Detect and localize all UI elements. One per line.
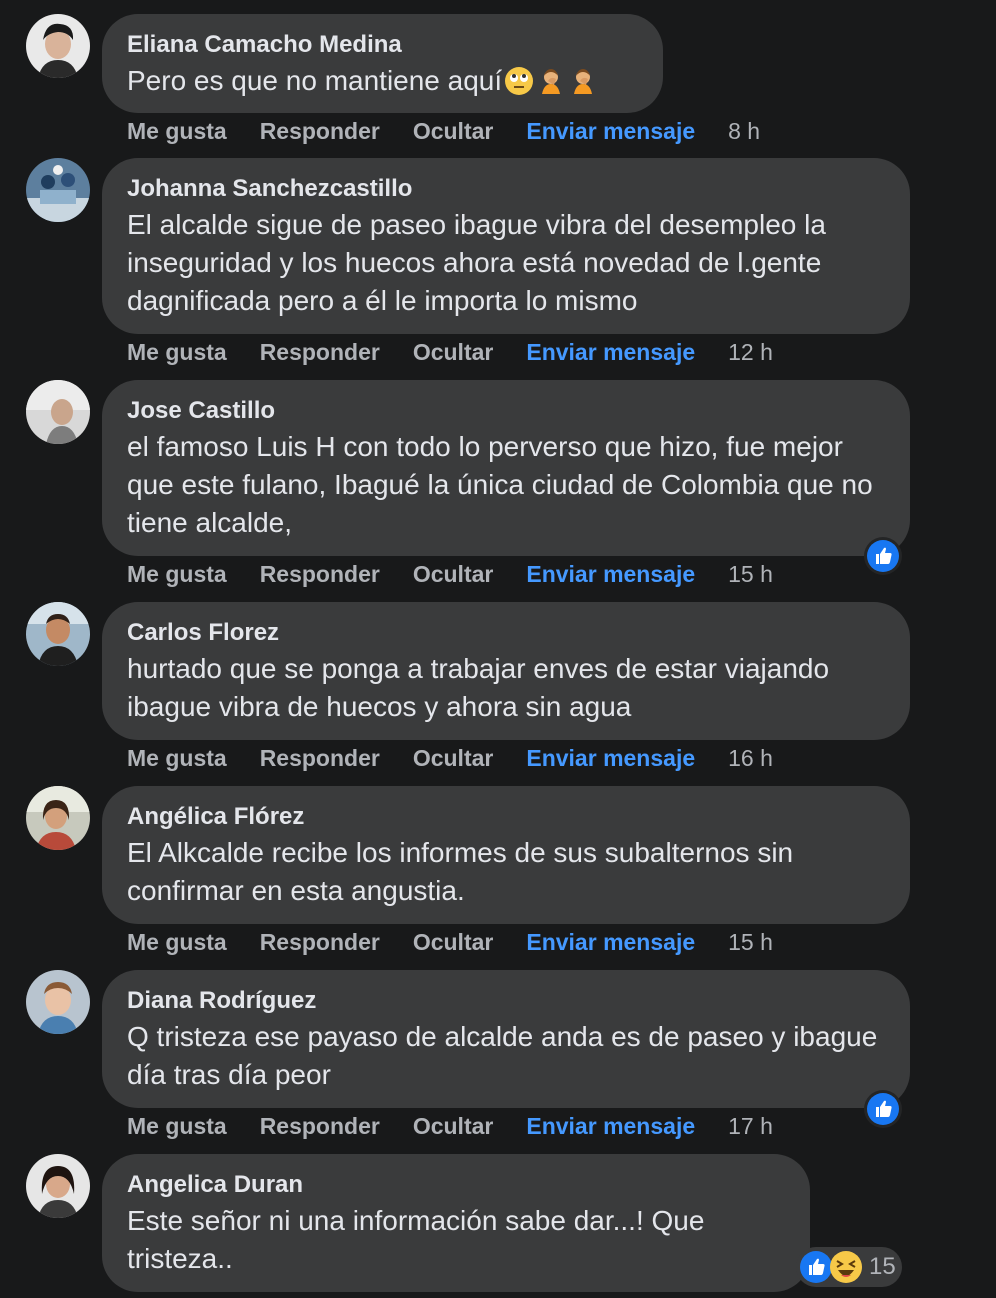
comment-author[interactable]: Jose Castillo <box>127 396 885 426</box>
hide-button[interactable]: Ocultar <box>413 1113 494 1140</box>
like-icon <box>800 1251 832 1283</box>
reaction-summary[interactable]: 15 <box>796 1247 902 1287</box>
comment-text-body: Pero es que no mantiene aquí <box>127 65 503 96</box>
comment-bubble: Angelica Duran Este señor ni una informa… <box>102 1154 810 1292</box>
comment-text: Q tristeza ese payaso de alcalde anda es… <box>127 1021 878 1090</box>
comment-bubble: Angélica Flórez El Alkcalde recibe los i… <box>102 786 910 924</box>
comment-bubble: Jose Castillo el famoso Luis H con todo … <box>102 380 910 556</box>
comment-actions: Me gusta Responder Ocultar Enviar mensaj… <box>127 745 806 772</box>
avatar[interactable] <box>26 1154 90 1218</box>
person-facepalming-icon <box>536 66 566 106</box>
comment-bubble: Johanna Sanchezcastillo El alcalde sigue… <box>102 158 910 334</box>
face-with-rolling-eyes-icon <box>504 66 534 106</box>
comment-timestamp[interactable]: 8 h <box>728 118 760 145</box>
comment-text: El alcalde sigue de paseo ibague vibra d… <box>127 209 826 316</box>
like-icon <box>867 1093 899 1125</box>
comment-author[interactable]: Carlos Florez <box>127 618 885 648</box>
send-message-button[interactable]: Enviar mensaje <box>526 118 695 145</box>
reply-button[interactable]: Responder <box>260 561 380 588</box>
haha-icon <box>830 1251 862 1283</box>
person-facepalming-icon <box>568 66 598 106</box>
comment-timestamp[interactable]: 17 h <box>728 1113 773 1140</box>
hide-button[interactable]: Ocultar <box>413 561 494 588</box>
send-message-button[interactable]: Enviar mensaje <box>526 1113 695 1140</box>
reply-button[interactable]: Responder <box>260 1113 380 1140</box>
comment-author[interactable]: Eliana Camacho Medina <box>127 30 638 60</box>
comment-text: el famoso Luis H con todo lo perverso qu… <box>127 431 873 538</box>
comment-timestamp[interactable]: 15 h <box>728 929 773 956</box>
avatar[interactable] <box>26 970 90 1034</box>
reaction-count: 15 <box>869 1253 896 1280</box>
comment-bubble: Diana Rodríguez Q tristeza ese payaso de… <box>102 970 910 1108</box>
comment-actions: Me gusta Responder Ocultar Enviar mensaj… <box>127 339 806 366</box>
comment-timestamp[interactable]: 12 h <box>728 339 773 366</box>
reaction-summary[interactable] <box>864 537 902 575</box>
comment-author[interactable]: Johanna Sanchezcastillo <box>127 174 885 204</box>
avatar[interactable] <box>26 602 90 666</box>
comment-bubble: Eliana Camacho Medina Pero es que no man… <box>102 14 663 113</box>
comment-text: Este señor ni una información sabe dar..… <box>127 1205 705 1274</box>
send-message-button[interactable]: Enviar mensaje <box>526 561 695 588</box>
comment-text: hurtado que se ponga a trabajar enves de… <box>127 653 830 722</box>
comment-text: El Alkcalde recibe los informes de sus s… <box>127 837 794 906</box>
reply-button[interactable]: Responder <box>260 745 380 772</box>
like-icon <box>867 540 899 572</box>
avatar[interactable] <box>26 158 90 222</box>
comment-actions: Me gusta Responder Ocultar Enviar mensaj… <box>127 118 793 145</box>
like-button[interactable]: Me gusta <box>127 929 227 956</box>
send-message-button[interactable]: Enviar mensaje <box>526 745 695 772</box>
reaction-summary[interactable] <box>864 1090 902 1128</box>
send-message-button[interactable]: Enviar mensaje <box>526 339 695 366</box>
like-button[interactable]: Me gusta <box>127 745 227 772</box>
comment-actions: Me gusta Responder Ocultar Enviar mensaj… <box>127 929 806 956</box>
reply-button[interactable]: Responder <box>260 929 380 956</box>
comment-bubble: Carlos Florez hurtado que se ponga a tra… <box>102 602 910 740</box>
like-button[interactable]: Me gusta <box>127 118 227 145</box>
avatar[interactable] <box>26 14 90 78</box>
hide-button[interactable]: Ocultar <box>413 339 494 366</box>
hide-button[interactable]: Ocultar <box>413 929 494 956</box>
like-button[interactable]: Me gusta <box>127 339 227 366</box>
reply-button[interactable]: Responder <box>260 339 380 366</box>
comment-author[interactable]: Diana Rodríguez <box>127 986 885 1016</box>
comment-text: Pero es que no mantiene aquí <box>127 62 638 106</box>
like-button[interactable]: Me gusta <box>127 561 227 588</box>
comment-author[interactable]: Angelica Duran <box>127 1170 785 1200</box>
comment-actions: Me gusta Responder Ocultar Enviar mensaj… <box>127 561 806 588</box>
comment-timestamp[interactable]: 15 h <box>728 561 773 588</box>
like-button[interactable]: Me gusta <box>127 1113 227 1140</box>
comment-author[interactable]: Angélica Flórez <box>127 802 885 832</box>
comment-timestamp[interactable]: 16 h <box>728 745 773 772</box>
avatar[interactable] <box>26 786 90 850</box>
send-message-button[interactable]: Enviar mensaje <box>526 929 695 956</box>
hide-button[interactable]: Ocultar <box>413 745 494 772</box>
comment-actions: Me gusta Responder Ocultar Enviar mensaj… <box>127 1113 806 1140</box>
avatar[interactable] <box>26 380 90 444</box>
hide-button[interactable]: Ocultar <box>413 118 494 145</box>
reply-button[interactable]: Responder <box>260 118 380 145</box>
